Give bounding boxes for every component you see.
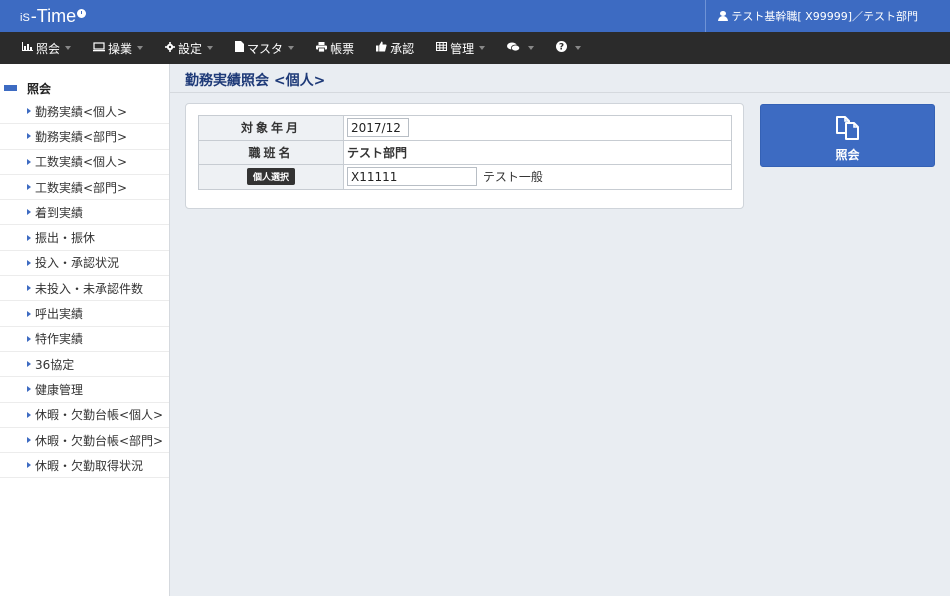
chevron-down-icon bbox=[575, 46, 582, 50]
caret-right-icon bbox=[27, 234, 31, 241]
user-icon bbox=[718, 11, 729, 21]
sidebar-list: 勤務実績<個人> 勤務実績<部門> 工数実績<個人> 工数実績<部門> 着到実績… bbox=[0, 99, 169, 479]
chevron-down-icon bbox=[65, 46, 72, 50]
menu-reports[interactable]: 帳票 bbox=[316, 32, 354, 64]
menu-master[interactable]: マスタ bbox=[235, 32, 295, 64]
menu-inquiry[interactable]: 照会 bbox=[22, 32, 72, 64]
employee-name: テスト一般 bbox=[482, 170, 543, 185]
select-person-cell: 個人選択 bbox=[198, 164, 344, 190]
query-button[interactable]: 照会 bbox=[760, 104, 935, 167]
caret-right-icon bbox=[27, 310, 31, 317]
copy-icon bbox=[836, 116, 859, 140]
sidebar-item-attendance-personal[interactable]: 勤務実績<個人> bbox=[0, 99, 169, 125]
sidebar-item-36-agreement[interactable]: 36協定 bbox=[0, 352, 169, 378]
caret-right-icon bbox=[27, 133, 31, 140]
sidebar-item-leave-ledger-department[interactable]: 休暇・欠勤台帳<部門> bbox=[0, 428, 169, 454]
sidebar-item-input-approval-status[interactable]: 投入・承認状況 bbox=[0, 251, 169, 277]
menu-approval[interactable]: 承認 bbox=[376, 32, 414, 64]
caret-right-icon bbox=[27, 411, 31, 418]
gear-icon bbox=[165, 41, 176, 55]
sidebar-item-substitute-holiday[interactable]: 振出・振休 bbox=[0, 225, 169, 251]
section-marker bbox=[4, 85, 17, 91]
chevron-down-icon bbox=[288, 46, 295, 50]
printer-icon bbox=[316, 41, 328, 55]
employee-cell: テスト一般 bbox=[343, 164, 732, 190]
query-button-label: 照会 bbox=[835, 148, 860, 162]
form-row-target-month: 対象年月 bbox=[198, 115, 732, 141]
title-divider bbox=[170, 92, 950, 93]
sidebar-item-manhours-department[interactable]: 工数実績<部門> bbox=[0, 175, 169, 201]
question-icon: ? bbox=[556, 41, 568, 55]
form-row-department: 職班名 テスト部門 bbox=[198, 139, 732, 165]
menu-management[interactable]: 管理 bbox=[436, 32, 486, 64]
sidebar-item-special-work[interactable]: 特作実績 bbox=[0, 327, 169, 352]
thumbs-up-icon bbox=[376, 41, 387, 55]
chevron-down-icon bbox=[528, 46, 535, 50]
clock-icon bbox=[77, 9, 87, 18]
bar-chart-icon bbox=[22, 42, 33, 54]
comments-icon bbox=[507, 42, 521, 55]
table-icon bbox=[436, 42, 448, 54]
select-person-button[interactable]: 個人選択 bbox=[246, 168, 295, 186]
form-row-employee: 個人選択 テスト一般 bbox=[198, 164, 732, 190]
caret-right-icon bbox=[27, 437, 31, 443]
caret-right-icon bbox=[27, 209, 31, 216]
user-label: テスト基幹職[ X99999]／テスト部門 bbox=[731, 10, 918, 23]
app-logo[interactable]: iS -Time bbox=[20, 5, 87, 27]
sidebar-item-callout[interactable]: 呼出実績 bbox=[0, 301, 169, 327]
menu-settings[interactable]: 設定 bbox=[165, 32, 214, 64]
department-cell: テスト部門 bbox=[343, 139, 732, 165]
search-form: 対象年月 職班名 テスト部門 個人選択 テスト一般 bbox=[198, 115, 732, 190]
page-title: 勤務実績照会 <個人> bbox=[185, 73, 326, 89]
chevron-down-icon bbox=[137, 46, 144, 50]
sidebar-item-health[interactable]: 健康管理 bbox=[0, 377, 169, 403]
search-panel: 対象年月 職班名 テスト部門 個人選択 テスト一般 bbox=[185, 103, 744, 209]
sidebar-item-manhours-personal[interactable]: 工数実績<個人> bbox=[0, 150, 169, 175]
file-icon bbox=[235, 41, 245, 55]
user-info[interactable]: テスト基幹職[ X99999]／テスト部門 bbox=[705, 0, 950, 32]
employee-id-input[interactable] bbox=[347, 167, 477, 187]
sidebar: 照会 勤務実績<個人> 勤務実績<部門> 工数実績<個人> 工数実績<部門> 着… bbox=[0, 64, 170, 596]
caret-right-icon bbox=[27, 386, 31, 393]
app-header: iS -Time テスト基幹職[ X99999]／テスト部門 bbox=[0, 0, 950, 32]
caret-right-icon bbox=[27, 158, 31, 165]
sidebar-item-attendance-department[interactable]: 勤務実績<部門> bbox=[0, 124, 169, 150]
department-value: テスト部門 bbox=[347, 145, 408, 160]
caret-right-icon bbox=[27, 335, 31, 342]
menu-help[interactable]: ? bbox=[556, 32, 582, 64]
caret-right-icon bbox=[27, 285, 31, 292]
menu-operation[interactable]: 操業 bbox=[93, 32, 144, 64]
sidebar-item-arrival[interactable]: 着到実績 bbox=[0, 200, 169, 226]
chevron-down-icon bbox=[207, 46, 214, 50]
menu-messages[interactable] bbox=[507, 32, 535, 64]
sidebar-heading: 照会 bbox=[0, 78, 51, 98]
main-menu: 照会 操業 設定 マスタ 帳票 承認 管理 ? bbox=[0, 32, 950, 64]
caret-right-icon bbox=[27, 259, 31, 266]
department-label: 職班名 bbox=[198, 139, 344, 165]
chevron-down-icon bbox=[479, 46, 486, 50]
svg-text:?: ? bbox=[559, 43, 564, 52]
sidebar-item-pending-counts[interactable]: 未投入・未承認件数 bbox=[0, 276, 169, 302]
target-month-input[interactable] bbox=[347, 118, 409, 138]
sidebar-item-leave-status[interactable]: 休暇・欠勤取得状況 bbox=[0, 453, 169, 479]
target-month-label: 対象年月 bbox=[198, 115, 344, 141]
sidebar-item-leave-ledger-personal[interactable]: 休暇・欠勤台帳<個人> bbox=[0, 403, 169, 428]
monitor-icon bbox=[93, 41, 106, 55]
caret-right-icon bbox=[27, 184, 31, 191]
target-month-cell bbox=[343, 115, 732, 141]
caret-right-icon bbox=[27, 462, 31, 469]
caret-right-icon bbox=[27, 361, 31, 368]
caret-right-icon bbox=[27, 108, 31, 115]
